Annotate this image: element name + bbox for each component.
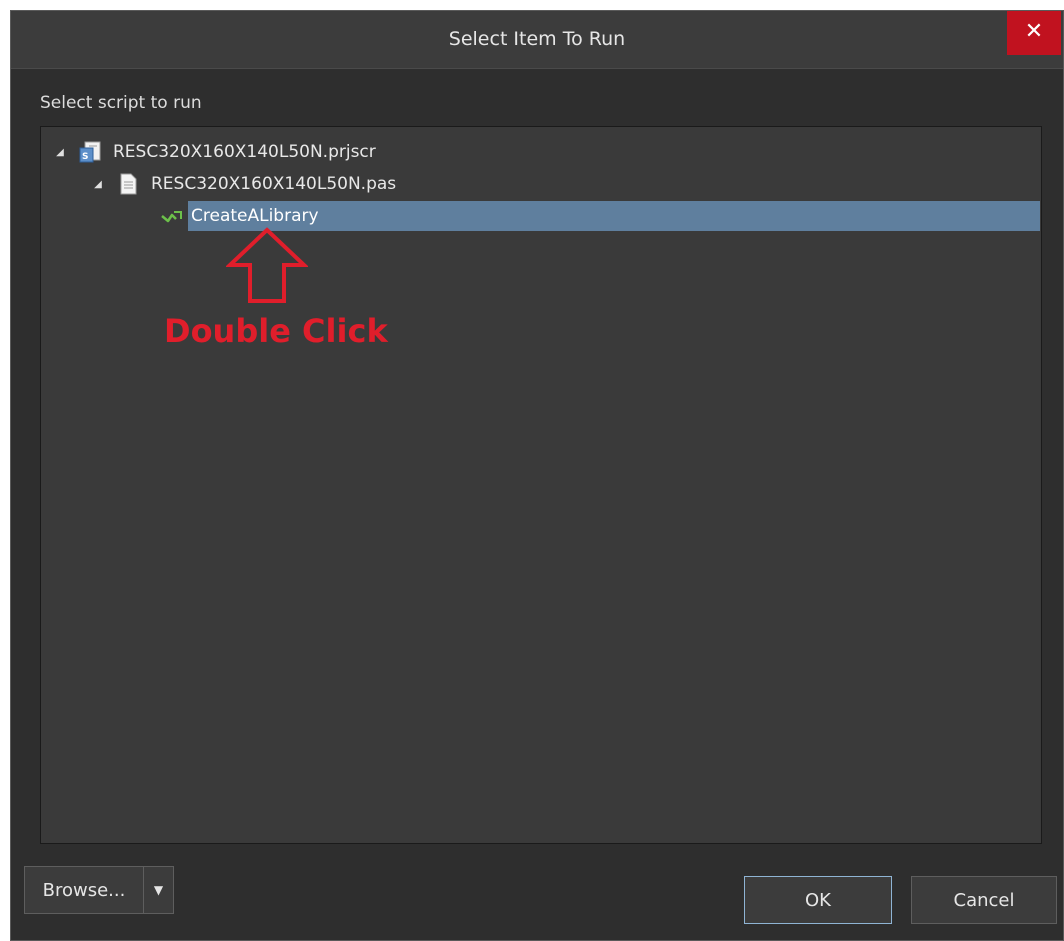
tree-item-project[interactable]: ◢ S RESC320X160X140L50N.prjscr	[53, 137, 380, 167]
prompt-label: Select script to run	[40, 93, 202, 113]
project-label: RESC320X160X140L50N.prjscr	[113, 142, 376, 162]
annotation-text: Double Click	[164, 312, 388, 350]
dialog-titlebar[interactable]: Select Item To Run ✕	[11, 11, 1063, 69]
svg-text:S: S	[82, 152, 88, 162]
tree-item-file[interactable]: ◢ RESC320X160X140L50N.pas	[91, 169, 400, 199]
script-tree[interactable]: ◢ S RESC320X160X140L50N.prjscr ◢ RESC320…	[40, 126, 1042, 844]
expand-arrow-icon[interactable]: ◢	[91, 177, 105, 191]
annotation-up-arrow-icon	[226, 227, 308, 303]
close-icon: ✕	[1024, 19, 1044, 44]
file-label: RESC320X160X140L50N.pas	[151, 174, 397, 194]
expand-arrow-icon[interactable]: ◢	[53, 145, 67, 159]
ok-button[interactable]: OK	[744, 876, 892, 924]
chevron-down-icon[interactable]: ▼	[144, 867, 173, 913]
script-project-icon: S	[79, 141, 101, 163]
select-item-dialog: Select Item To Run ✕ Select script to ru…	[10, 10, 1064, 941]
browse-button[interactable]: Browse...	[25, 867, 144, 913]
cancel-button[interactable]: Cancel	[911, 876, 1057, 924]
close-button[interactable]: ✕	[1007, 11, 1061, 55]
dialog-title: Select Item To Run	[448, 28, 626, 50]
browse-split-button[interactable]: Browse... ▼	[24, 866, 174, 914]
document-icon	[120, 173, 137, 195]
procedure-label: CreateALibrary	[191, 206, 319, 226]
procedure-icon	[161, 211, 182, 223]
